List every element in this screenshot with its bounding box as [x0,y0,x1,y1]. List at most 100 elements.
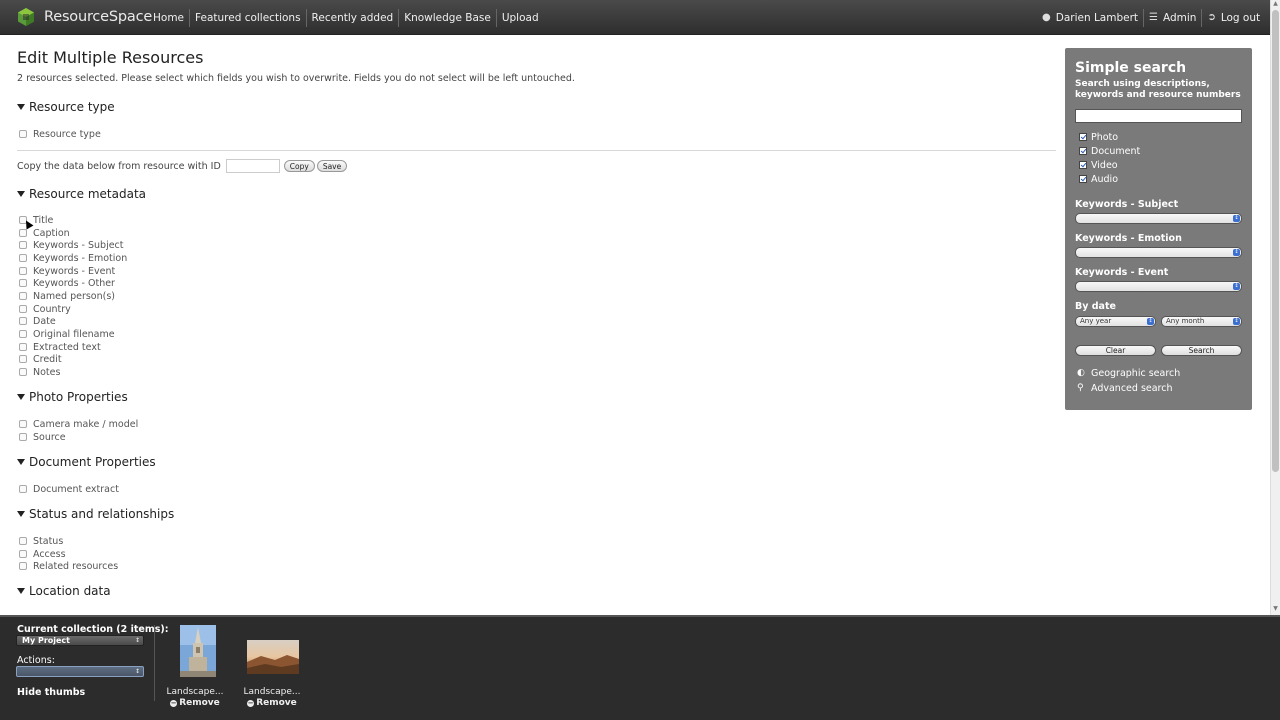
field-checkbox[interactable] [19,368,27,376]
thumbnail-cathedral-image[interactable] [180,625,216,677]
month-select[interactable]: Any month ↕ [1161,316,1242,327]
advanced-search-link[interactable]: ⚲ Advanced search [1077,382,1173,394]
field-checkbox[interactable] [19,562,27,570]
resourcespace-logo-icon [18,8,34,26]
field-row-credit[interactable]: Credit [19,353,62,365]
field-row-extracted-text[interactable]: Extracted text [19,341,101,353]
checked-checkbox-icon[interactable] [1079,161,1087,169]
field-label: Title [33,214,54,226]
section-header-location-data[interactable]: Location data [17,584,111,598]
hide-thumbs-link[interactable]: Hide thumbs [17,687,85,698]
field-row-notes[interactable]: Notes [19,366,60,378]
field-checkbox[interactable] [19,254,27,262]
section-header-photo-properties[interactable]: Photo Properties [17,390,128,404]
keywords-emotion-select[interactable]: ↕ [1075,247,1242,258]
remove-item-link[interactable]: − Remove [242,698,302,708]
save-button[interactable]: Save [316,160,348,172]
logout-link[interactable]: Log out [1221,12,1260,24]
field-checkbox[interactable] [19,537,27,545]
type-label: Photo [1091,131,1119,143]
field-checkbox[interactable] [19,305,27,313]
checked-checkbox-icon[interactable] [1079,133,1087,141]
scrollbar-thumb[interactable] [1272,10,1279,472]
nav-home[interactable]: Home [153,12,184,24]
field-row-original-filename[interactable]: Original filename [19,328,115,340]
collection-bar: Current collection (2 items): My Project… [0,615,1280,720]
checked-checkbox-icon[interactable] [1079,175,1087,183]
collection-item[interactable]: Landscape... − Remove [165,625,225,715]
field-row-access[interactable]: Access [19,548,66,560]
field-row-source[interactable]: Source [19,431,66,443]
clear-button[interactable]: Clear [1075,345,1156,356]
collection-item[interactable]: Landscape... − Remove [242,625,302,715]
field-checkbox[interactable] [19,317,27,325]
field-checkbox[interactable] [19,130,27,138]
nav-upload[interactable]: Upload [502,12,539,24]
field-row-country[interactable]: Country [19,303,71,315]
field-checkbox[interactable] [19,550,27,558]
field-label: Status [33,535,64,547]
collapse-triangle-icon [17,511,25,517]
geographic-search-link[interactable]: ◐ Geographic search [1077,367,1180,379]
field-row-resource-type[interactable]: Resource type [19,128,101,140]
select-arrow-icon: ↕ [1233,283,1240,290]
field-checkbox[interactable] [19,279,27,287]
field-row-status[interactable]: Status [19,535,63,547]
field-row-related-resources[interactable]: Related resources [19,560,118,572]
type-checkbox-photo[interactable]: Photo [1079,131,1118,143]
field-checkbox[interactable] [19,229,27,237]
section-header-status-relationships[interactable]: Status and relationships [17,507,174,521]
field-checkbox[interactable] [19,355,27,363]
item-name[interactable]: Landscape... [165,687,225,697]
keywords-event-select[interactable]: ↕ [1075,281,1242,292]
field-checkbox[interactable] [19,330,27,338]
copy-resource-id-input[interactable] [225,159,280,173]
nav-recently-added[interactable]: Recently added [312,12,394,24]
field-row-document-extract[interactable]: Document extract [19,483,119,495]
field-checkbox[interactable] [19,485,27,493]
search-button[interactable]: Search [1161,345,1242,356]
logo[interactable]: ResourceSpace [16,7,152,27]
year-select[interactable]: Any year ↕ [1075,316,1156,327]
field-checkbox[interactable] [19,420,27,428]
field-row-date[interactable]: Date [19,315,56,327]
nav-knowledge-base[interactable]: Knowledge Base [404,12,491,24]
keywords-subject-select[interactable]: ↕ [1075,213,1242,224]
remove-item-link[interactable]: − Remove [165,698,225,708]
field-row-keywords-event[interactable]: Keywords - Event [19,265,115,277]
nav-featured-collections[interactable]: Featured collections [195,12,301,24]
user-link[interactable]: Darien Lambert [1056,12,1138,24]
thumbnail-landscape-image[interactable] [247,640,299,674]
checked-checkbox-icon[interactable] [1079,147,1087,155]
field-checkbox[interactable] [19,241,27,249]
nav-separator [398,8,400,27]
section-title: Location data [29,584,111,598]
field-checkbox[interactable] [19,433,27,441]
item-name[interactable]: Landscape... [242,687,302,697]
section-header-resource-metadata[interactable]: Resource metadata [17,187,146,201]
copy-button[interactable]: Copy [283,160,315,172]
actions-select[interactable]: ↕ [16,666,144,677]
section-header-resource-type[interactable]: Resource type [17,100,115,114]
field-row-keywords-other[interactable]: Keywords - Other [19,277,115,289]
field-checkbox[interactable] [19,292,27,300]
admin-link[interactable]: Admin [1163,12,1196,24]
field-checkbox[interactable] [19,267,27,275]
field-row-keywords-emotion[interactable]: Keywords - Emotion [19,252,127,264]
type-checkbox-audio[interactable]: Audio [1079,173,1118,185]
scroll-down-arrow-icon[interactable]: ▼ [1271,605,1280,615]
field-row-named-persons[interactable]: Named person(s) [19,290,115,302]
field-row-keywords-subject[interactable]: Keywords - Subject [19,239,124,251]
field-row-camera-make-model[interactable]: Camera make / model [19,418,138,430]
field-checkbox[interactable] [19,343,27,351]
search-input[interactable] [1075,109,1242,123]
section-header-document-properties[interactable]: Document Properties [17,455,156,469]
copy-from-resource-row: Copy the data below from resource with I… [17,158,348,174]
type-checkbox-video[interactable]: Video [1079,159,1118,171]
page-scrollbar[interactable]: ▲ ▼ [1270,0,1280,615]
search-panel-description: Search using descriptions, keywords and … [1075,79,1241,100]
scroll-up-arrow-icon[interactable]: ▲ [1271,0,1280,10]
collection-select[interactable]: My Project ↕ [16,635,144,646]
remove-label: Remove [256,698,297,708]
type-checkbox-document[interactable]: Document [1079,145,1140,157]
